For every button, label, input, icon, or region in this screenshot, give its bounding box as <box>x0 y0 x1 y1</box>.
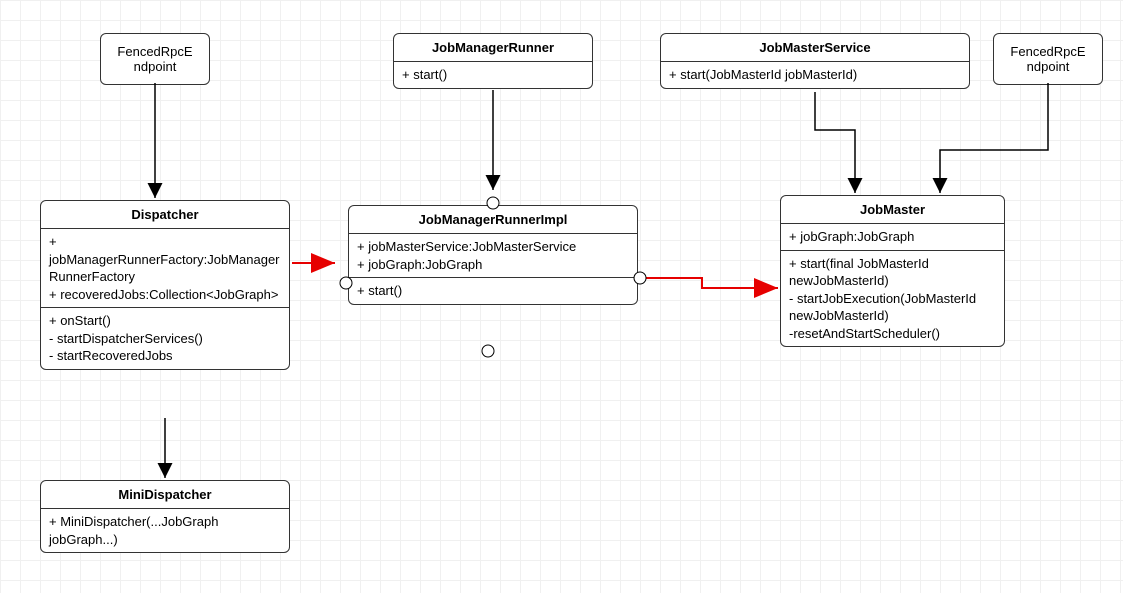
lollipop-jmri-bottom <box>482 345 494 357</box>
lollipop-jmri-top <box>487 197 499 209</box>
lollipop-jmri-left <box>340 277 352 289</box>
edge-jms-jobmaster <box>815 92 855 193</box>
edge-jmri-jobmaster-red <box>640 278 778 288</box>
connectors-layer <box>0 0 1123 593</box>
lollipop-jmri-right <box>634 272 646 284</box>
edge-fre2-jobmaster <box>940 83 1048 193</box>
